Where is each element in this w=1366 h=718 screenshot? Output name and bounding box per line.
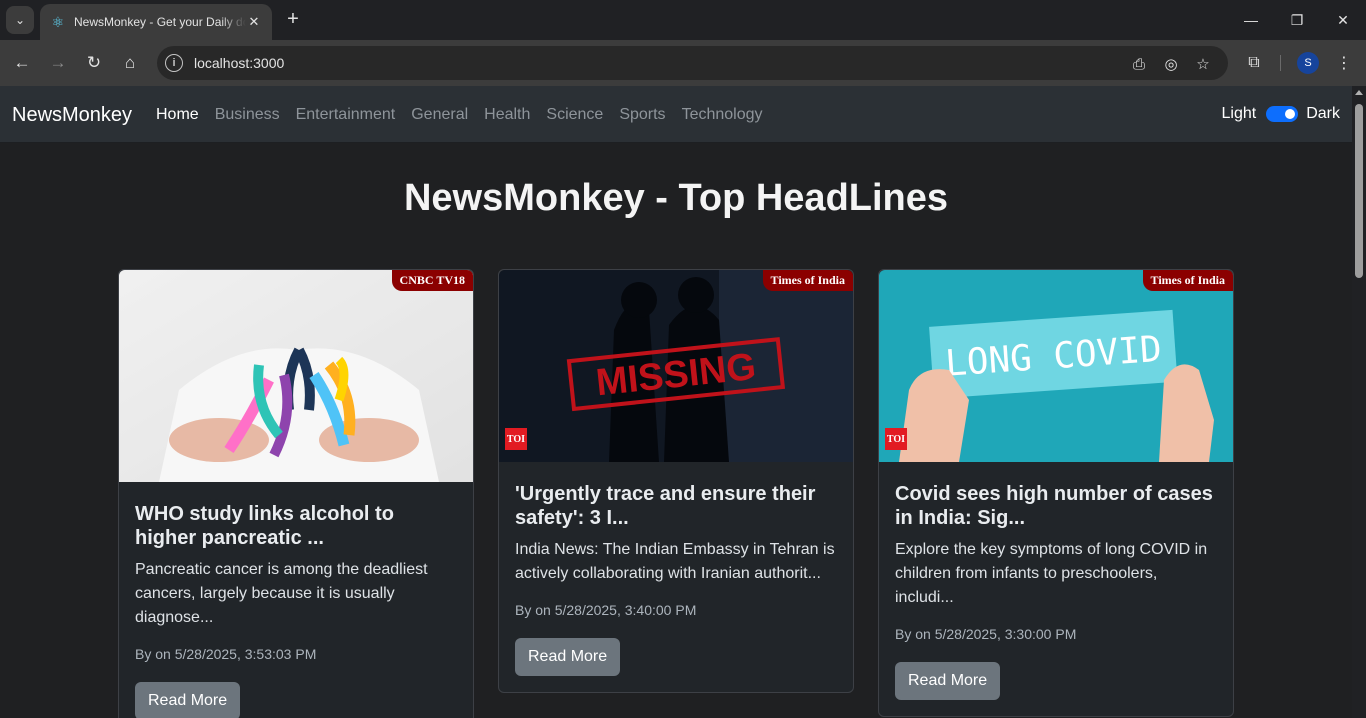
toi-logo: TOI — [885, 428, 907, 450]
home-icon[interactable]: ⌂ — [116, 49, 144, 77]
new-tab-button[interactable]: + — [282, 8, 304, 32]
brand-logo[interactable]: NewsMonkey — [12, 104, 132, 127]
nav-link-technology[interactable]: Technology — [674, 106, 771, 124]
long-covid-image: LONG COVID — [879, 270, 1233, 462]
news-card: Times of India LONG COVID TOI Covid sees… — [878, 269, 1234, 717]
page-scrollbar[interactable] — [1352, 86, 1366, 718]
article-image[interactable] — [119, 270, 473, 482]
card-meta: By on 5/28/2025, 3:30:00 PM — [895, 626, 1077, 642]
nav-link-business[interactable]: Business — [207, 106, 288, 124]
nav-link-science[interactable]: Science — [538, 106, 611, 124]
card-body: WHO study links alcohol to higher pancre… — [119, 482, 473, 718]
site-info-icon[interactable]: i — [165, 54, 183, 72]
source-badge: Times of India — [1142, 270, 1233, 291]
card-meta: By on 5/28/2025, 3:40:00 PM — [515, 602, 697, 618]
nav-link-sports[interactable]: Sports — [611, 106, 673, 124]
nav-links: Home Business Entertainment General Heal… — [148, 106, 771, 124]
page-title: NewsMonkey - Top HeadLines — [403, 177, 949, 219]
page-viewport: NewsMonkey Home Business Entertainment G… — [0, 86, 1352, 718]
toolbar-divider — [1280, 55, 1281, 71]
nav-link-entertainment[interactable]: Entertainment — [288, 106, 404, 124]
source-badge: CNBC TV18 — [391, 270, 473, 291]
menu-kebab-icon[interactable]: ⋮ — [1330, 49, 1358, 77]
card-title: Covid sees high number of cases in India… — [895, 483, 1213, 529]
source-badge: Times of India — [762, 270, 853, 291]
browser-toolbar: ← → ↻ ⌂ i localhost:3000 ⎙ ◎ ☆ ⧉ ⋮ — [0, 40, 1366, 86]
read-more-button[interactable]: Read More — [895, 662, 1001, 700]
back-icon[interactable]: ← — [8, 49, 36, 77]
bookmark-star-icon[interactable]: ☆ — [1193, 54, 1213, 74]
scroll-up-icon[interactable] — [1355, 90, 1363, 95]
theme-toggle-group: Light Dark — [1222, 105, 1340, 123]
theme-switch[interactable] — [1266, 106, 1299, 122]
card-title: 'Urgently trace and ensure their safety'… — [515, 483, 816, 529]
tab-title: NewsMonkey - Get your Daily dose of news — [74, 15, 246, 29]
chevron-down-icon: ⌄ — [14, 13, 26, 27]
tab-strip: ⌄ ⚛ NewsMonkey - Get your Daily dose of … — [0, 0, 1366, 40]
news-card: Times of India MISSING TOI 'Urgently tra… — [498, 269, 854, 693]
read-more-button[interactable]: Read More — [135, 682, 241, 718]
missing-persons-image: MISSING — [499, 270, 853, 462]
address-bar[interactable]: i localhost:3000 ⎙ ◎ ☆ — [157, 46, 1228, 80]
restore-icon[interactable]: ❐ — [1274, 0, 1320, 40]
article-image[interactable]: MISSING TOI — [499, 270, 853, 462]
awareness-ribbons-image — [119, 270, 473, 482]
nav-link-health[interactable]: Health — [476, 106, 538, 124]
extensions-icon[interactable]: ⧉ — [1240, 49, 1268, 77]
theme-dark-label: Dark — [1306, 105, 1340, 122]
nav-link-general[interactable]: General — [403, 106, 476, 124]
article-image[interactable]: LONG COVID TOI — [879, 270, 1233, 462]
card-meta: By on 5/28/2025, 3:53:03 PM — [135, 646, 317, 662]
card-title: WHO study links alcohol to higher pancre… — [135, 503, 394, 549]
browser-tab-active[interactable]: ⚛ NewsMonkey - Get your Daily dose of ne… — [40, 4, 272, 40]
card-description: India News: The Indian Embassy in Tehran… — [515, 541, 835, 582]
theme-light-label: Light — [1221, 105, 1257, 122]
card-description: Explore the key symptoms of long COVID i… — [895, 541, 1208, 606]
tab-close-icon[interactable]: ✕ — [246, 14, 262, 30]
eye-off-icon[interactable]: ◎ — [1161, 54, 1181, 74]
scrollbar-thumb[interactable] — [1355, 104, 1363, 278]
card-body: Covid sees high number of cases in India… — [879, 462, 1233, 716]
profile-avatar[interactable]: S — [1297, 52, 1319, 74]
reload-icon[interactable]: ↻ — [80, 49, 108, 77]
news-card: CNBC TV18 WHO study links alcohol to hig… — [118, 269, 474, 718]
install-app-icon[interactable]: ⎙ — [1129, 54, 1149, 74]
read-more-button[interactable]: Read More — [515, 638, 621, 676]
nav-link-home[interactable]: Home — [148, 106, 207, 124]
card-description: Pancreatic cancer is among the deadliest… — [135, 561, 428, 626]
minimize-icon[interactable]: — — [1228, 0, 1274, 40]
toi-logo: TOI — [505, 428, 527, 450]
window-close-icon[interactable]: ✕ — [1320, 0, 1366, 40]
tab-search-button[interactable]: ⌄ — [6, 6, 34, 34]
forward-icon[interactable]: → — [44, 49, 72, 77]
switch-knob — [1285, 109, 1296, 119]
url-text[interactable]: localhost:3000 — [194, 55, 284, 71]
card-body: 'Urgently trace and ensure their safety'… — [499, 462, 853, 692]
site-navbar: NewsMonkey Home Business Entertainment G… — [0, 86, 1352, 143]
react-favicon-icon: ⚛ — [51, 14, 65, 30]
